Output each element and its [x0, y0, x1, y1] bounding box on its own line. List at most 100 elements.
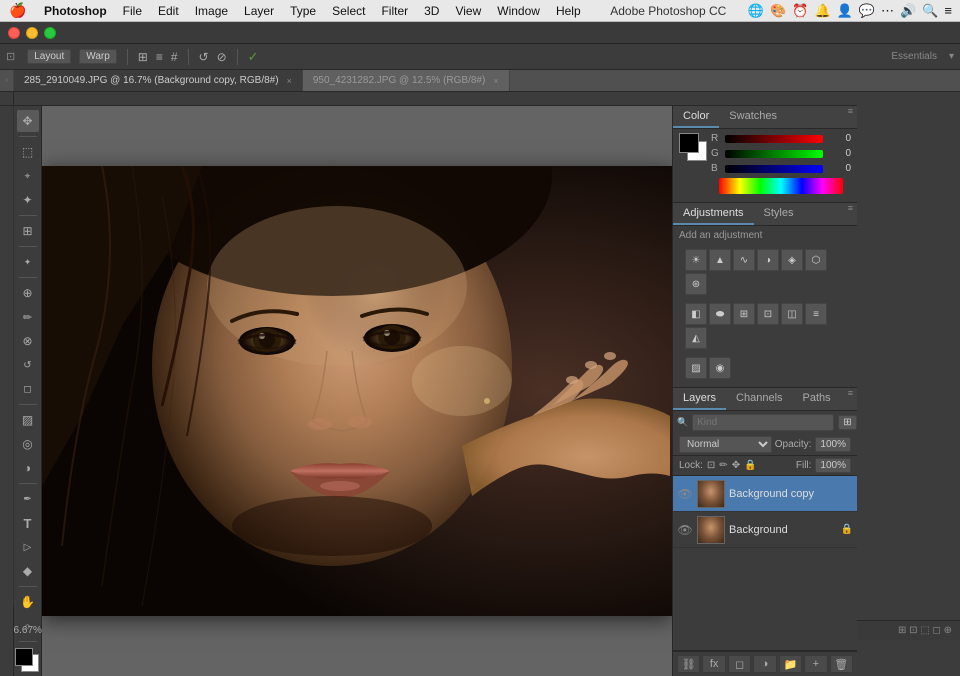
lock-move-icon[interactable]: ✥: [732, 460, 740, 471]
color-panel-collapse[interactable]: ≡: [844, 106, 857, 128]
layer-style-btn[interactable]: fx: [702, 655, 725, 673]
eraser-tool[interactable]: ◻: [17, 378, 39, 400]
gradient-tool[interactable]: ▨: [17, 409, 39, 431]
menu-layer[interactable]: Layer: [236, 0, 282, 21]
photofilter-icon[interactable]: ⬬: [709, 303, 731, 325]
colorlookup-icon[interactable]: ⊡: [757, 303, 779, 325]
tab-swatches[interactable]: Swatches: [719, 106, 787, 128]
warp-button[interactable]: Warp: [79, 49, 117, 64]
tab-channels[interactable]: Channels: [726, 388, 792, 410]
tab-adjustments[interactable]: Adjustments: [673, 203, 754, 225]
tab-2[interactable]: 950_4231282.JPG @ 12.5% (RGB/8#) ×: [303, 70, 510, 91]
menu-photoshop[interactable]: Photoshop: [36, 0, 115, 21]
canvas-image[interactable]: [42, 166, 672, 616]
lock-pixels-icon[interactable]: ✏: [719, 460, 727, 471]
bw-icon[interactable]: ◧: [685, 303, 707, 325]
adjustment-layer-btn[interactable]: ◑: [753, 655, 776, 673]
tab-1[interactable]: 285_2910049.JPG @ 16.7% (Background copy…: [14, 70, 303, 91]
adj-icons-row2: ◧ ⬬ ⊞ ⊡ ◫ ≡ ◭: [679, 299, 851, 353]
ruler-corner: [0, 92, 14, 106]
new-group-btn[interactable]: 📁: [779, 655, 802, 673]
vibrance-icon[interactable]: ◈: [781, 249, 803, 271]
adj-icons-row3: ▨ ◉: [679, 353, 851, 383]
opacity-value[interactable]: 100%: [815, 437, 851, 452]
tab-2-close[interactable]: ×: [493, 76, 498, 86]
layer-mask-btn[interactable]: ◻: [728, 655, 751, 673]
color-spectrum[interactable]: [719, 178, 843, 194]
menu-type[interactable]: Type: [282, 0, 324, 21]
tab-color[interactable]: Color: [673, 106, 719, 128]
close-button[interactable]: [8, 27, 20, 39]
layer-item-1[interactable]: 👁 Background 🔒: [673, 512, 857, 548]
clone-tool[interactable]: ⊗: [17, 330, 39, 352]
shape-tool[interactable]: ◆: [17, 560, 39, 582]
colorbalance-icon[interactable]: ⊛: [685, 273, 707, 295]
apple-logo[interactable]: 🍎: [0, 2, 36, 19]
blend-mode-select[interactable]: Normal: [679, 436, 772, 453]
zoom-tool[interactable]: ⌕: [17, 615, 39, 637]
tab-layers[interactable]: Layers: [673, 388, 726, 410]
menu-file[interactable]: File: [115, 0, 150, 21]
tab-styles[interactable]: Styles: [754, 203, 804, 225]
menu-3d[interactable]: 3D: [416, 0, 447, 21]
dodge-tool[interactable]: ◑: [17, 457, 39, 479]
curves-icon[interactable]: ∿: [733, 249, 755, 271]
new-layer-btn[interactable]: +: [804, 655, 827, 673]
marquee-tool[interactable]: ⬚: [17, 141, 39, 163]
g-slider[interactable]: [725, 150, 823, 158]
channelmixer-icon[interactable]: ⊞: [733, 303, 755, 325]
layer-visibility-0[interactable]: 👁: [677, 487, 693, 501]
path-selection-tool[interactable]: ▷: [17, 536, 39, 558]
minimize-button[interactable]: [26, 27, 38, 39]
layout-button[interactable]: Layout: [27, 49, 71, 64]
magic-wand-tool[interactable]: ✦: [17, 189, 39, 211]
fg-swatch[interactable]: [679, 133, 699, 153]
levels-icon[interactable]: ▲: [709, 249, 731, 271]
adj-panel-collapse[interactable]: ≡: [844, 203, 857, 225]
invert-icon[interactable]: ◫: [781, 303, 803, 325]
menu-view[interactable]: View: [447, 0, 489, 21]
fill-value[interactable]: 100%: [815, 458, 851, 473]
huesat-icon[interactable]: ⬡: [805, 249, 827, 271]
history-brush-tool[interactable]: ↺: [17, 354, 39, 376]
link-layers-btn[interactable]: ⛓: [677, 655, 700, 673]
layer-search-input[interactable]: [692, 414, 834, 431]
tab-1-close[interactable]: ×: [287, 76, 292, 86]
posterize-icon[interactable]: ≡: [805, 303, 827, 325]
lasso-tool[interactable]: ⌖: [17, 165, 39, 187]
crop-tool[interactable]: ⊞: [17, 220, 39, 242]
layer-filter-icon[interactable]: ⊞: [838, 415, 856, 430]
gradientmap-icon[interactable]: ▨: [685, 357, 707, 379]
heal-tool[interactable]: ⊕: [17, 282, 39, 304]
move-tool[interactable]: ✥: [17, 110, 39, 132]
eyedropper-tool[interactable]: ✦: [17, 251, 39, 273]
lock-position-icon[interactable]: ⊡: [707, 460, 715, 471]
foreground-color-swatch[interactable]: [15, 648, 33, 666]
tab-paths[interactable]: Paths: [793, 388, 841, 410]
layer-item-0[interactable]: 👁 Background copy: [673, 476, 857, 512]
menu-help[interactable]: Help: [548, 0, 589, 21]
exposure-icon[interactable]: ◑: [757, 249, 779, 271]
b-slider[interactable]: [725, 165, 823, 173]
pen-tool[interactable]: ✒: [17, 488, 39, 510]
brightness-contrast-icon[interactable]: ☀: [685, 249, 707, 271]
menu-filter[interactable]: Filter: [373, 0, 416, 21]
menu-image[interactable]: Image: [187, 0, 236, 21]
selectcolor-icon[interactable]: ◉: [709, 357, 731, 379]
menu-select[interactable]: Select: [324, 0, 373, 21]
r-slider[interactable]: [725, 135, 823, 143]
menu-edit[interactable]: Edit: [150, 0, 187, 21]
type-tool[interactable]: T: [17, 512, 39, 534]
blur-tool[interactable]: ◎: [17, 433, 39, 455]
layer-visibility-1[interactable]: 👁: [677, 523, 693, 537]
hand-tool[interactable]: ✋: [17, 591, 39, 613]
workspace-dropdown-icon[interactable]: ▾: [949, 51, 954, 62]
menu-window[interactable]: Window: [489, 0, 548, 21]
confirm-icon[interactable]: ✓: [248, 49, 259, 65]
brush-tool[interactable]: ✏: [17, 306, 39, 328]
delete-layer-btn[interactable]: 🗑: [830, 655, 853, 673]
lock-all-icon[interactable]: 🔒: [744, 460, 756, 471]
layers-panel-collapse[interactable]: ≡: [844, 388, 857, 410]
maximize-button[interactable]: [44, 27, 56, 39]
threshold-icon[interactable]: ◭: [685, 327, 707, 349]
